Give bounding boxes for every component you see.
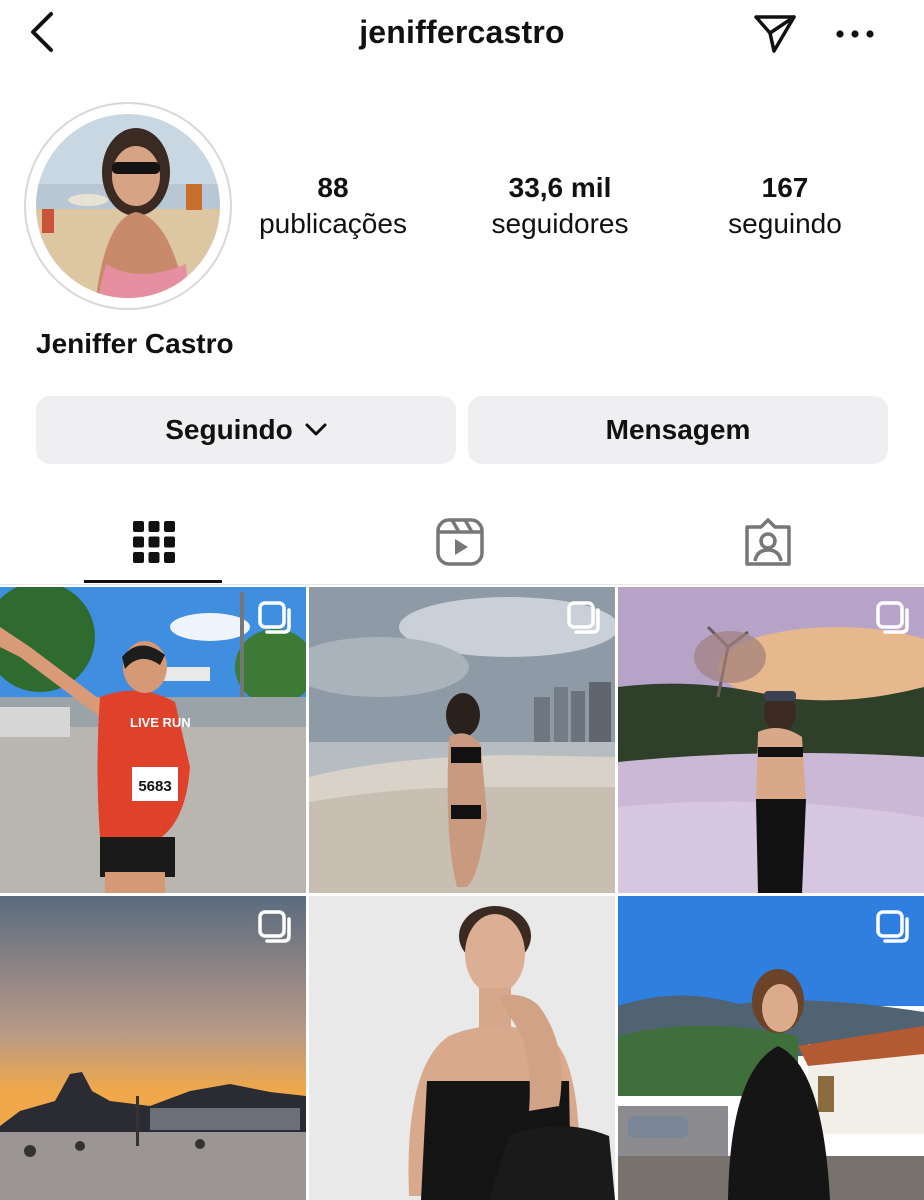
reels-icon xyxy=(436,518,484,566)
profile-full-name: Jeniffer Castro xyxy=(36,328,234,359)
shirt-text: LIVE RUN xyxy=(130,715,191,730)
following-dropdown-button[interactable]: Seguindo xyxy=(36,396,456,464)
carousel-icon xyxy=(258,910,291,943)
direct-message-button[interactable] xyxy=(748,8,802,58)
posts-label: publicações xyxy=(259,208,407,239)
profile-avatar[interactable] xyxy=(36,114,220,298)
more-options-button[interactable] xyxy=(830,14,880,54)
race-bib-number: 5683 xyxy=(138,778,171,795)
posts-count: 88 xyxy=(317,172,349,203)
more-horizontal-icon xyxy=(836,30,874,38)
following-label: seguindo xyxy=(728,208,842,239)
post-thumbnail-3[interactable] xyxy=(618,587,924,893)
tab-posts-grid[interactable] xyxy=(54,500,254,584)
tabs-divider xyxy=(0,584,924,585)
tab-reels[interactable] xyxy=(360,500,560,584)
carousel-icon xyxy=(876,601,909,634)
grid-icon xyxy=(133,521,175,563)
followers-label: seguidores xyxy=(491,208,629,239)
post-thumbnail-5[interactable] xyxy=(309,896,615,1200)
following-button-label: Seguindo xyxy=(165,414,293,445)
carousel-icon xyxy=(876,910,909,943)
chevron-down-icon xyxy=(305,423,327,437)
post-thumbnail-4[interactable] xyxy=(0,896,306,1200)
carousel-icon xyxy=(258,601,291,634)
post-thumbnail-2[interactable] xyxy=(309,587,615,893)
tagged-person-icon xyxy=(745,518,791,566)
following-count: 167 xyxy=(761,172,809,203)
followers-count: 33,6 mil xyxy=(508,172,612,203)
active-tab-indicator xyxy=(84,580,222,583)
stat-following[interactable]: 167 seguindo xyxy=(690,170,880,242)
post-thumbnail-6[interactable] xyxy=(618,896,924,1200)
post-thumbnail-1[interactable]: 5683 LIVE RUN xyxy=(0,587,306,893)
paper-plane-icon xyxy=(754,15,796,53)
message-button[interactable]: Mensagem xyxy=(468,396,888,464)
top-bar: jeniffercastro xyxy=(0,0,924,72)
stat-posts[interactable]: 88 publicações xyxy=(238,170,428,242)
message-button-label: Mensagem xyxy=(605,414,751,445)
tab-tagged[interactable] xyxy=(668,500,868,584)
carousel-icon xyxy=(567,601,600,634)
stat-followers[interactable]: 33,6 mil seguidores xyxy=(460,170,660,242)
